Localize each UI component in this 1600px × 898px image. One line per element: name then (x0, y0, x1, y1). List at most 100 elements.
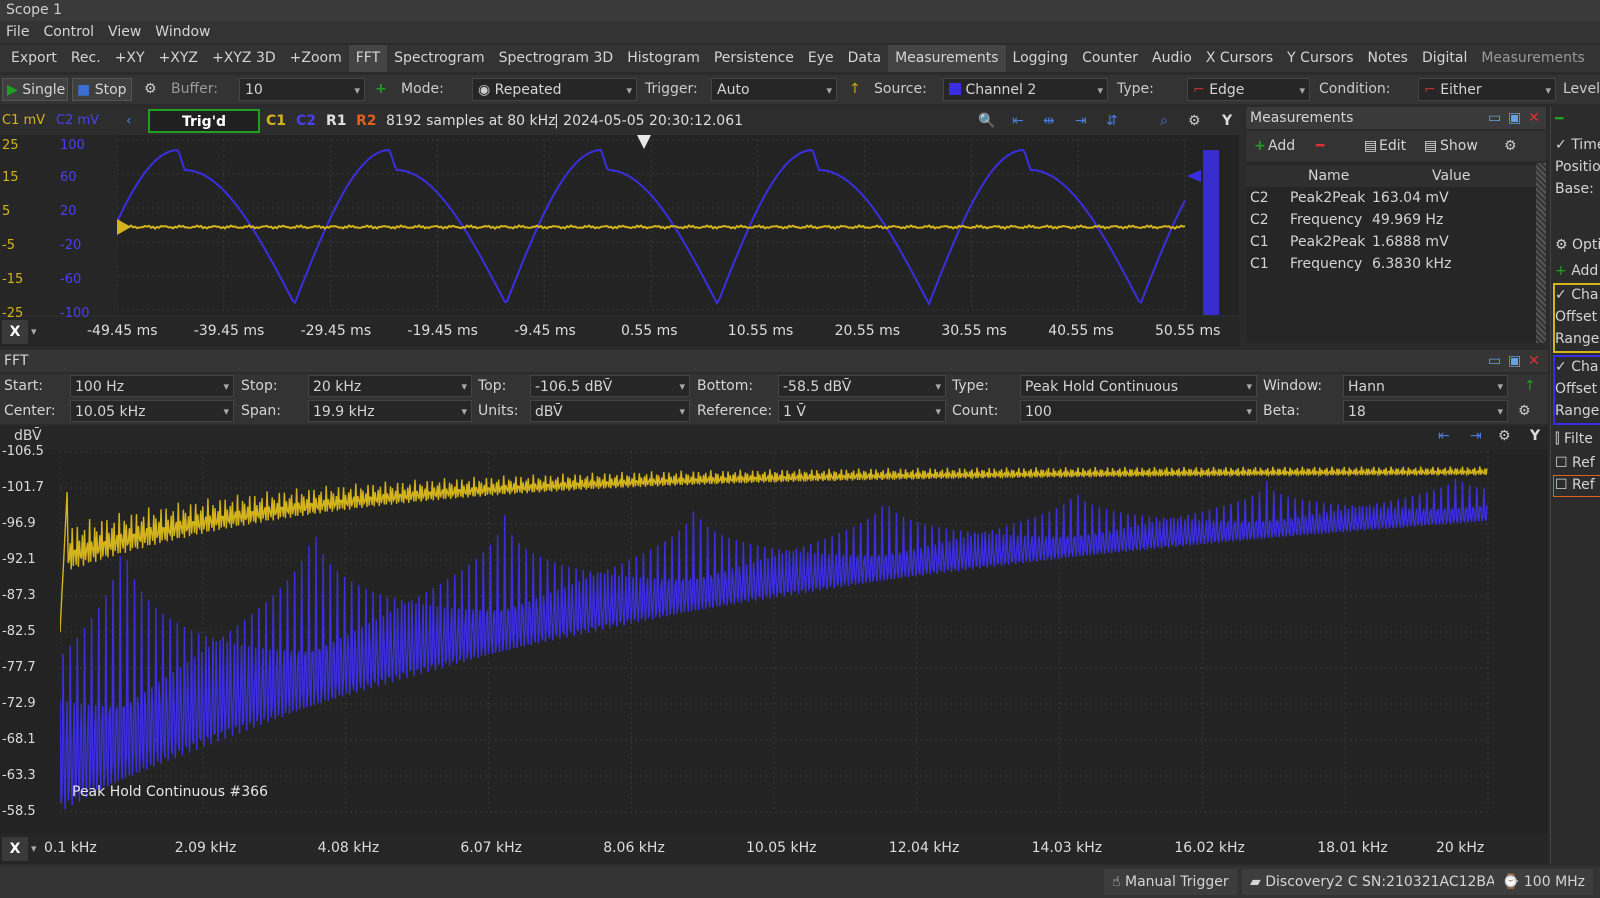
x-axis-button[interactable]: X (2, 320, 28, 344)
close-icon[interactable]: ✕ (1528, 107, 1540, 129)
toolbar-item-counter[interactable]: Counter (1075, 45, 1145, 72)
toolbar-item-eye[interactable]: Eye (801, 45, 841, 72)
toolbar-item-measurements[interactable]: Measurements (1474, 45, 1591, 72)
side-options[interactable]: ⚙ Optio (1555, 237, 1600, 253)
stop-button[interactable]: ■ Stop (72, 78, 132, 101)
clock-button[interactable]: ⌚ 100 MHz (1494, 869, 1594, 895)
toolbar-item-logging[interactable]: Logging (1006, 45, 1076, 72)
table-row[interactable]: C2 Peak2Peak 163.04 mV (1246, 187, 1536, 209)
toolbar-item-fft[interactable]: FFT (348, 45, 388, 72)
channel-r1[interactable]: R1 (326, 107, 347, 135)
manual-trigger-button[interactable]: ☝ Manual Trigger (1104, 869, 1237, 895)
menu-view[interactable]: View (108, 21, 141, 43)
menu-file[interactable]: File (6, 21, 29, 43)
toolbar-item-notes[interactable]: Notes (1361, 45, 1415, 72)
measurement-settings-icon[interactable]: ⚙ (1504, 131, 1517, 161)
toolbar-item-data[interactable]: Data (841, 45, 888, 72)
menu-control[interactable]: Control (43, 21, 94, 43)
toolbar-item-export[interactable]: Export (4, 45, 64, 72)
single-button[interactable]: ▶ Single (2, 78, 68, 101)
side-add[interactable]: + Add (1555, 263, 1598, 279)
fft-plot-settings-icon[interactable]: ⚙ (1498, 428, 1511, 444)
side-filter[interactable]: ⫿ Filte (1555, 431, 1593, 447)
channel-c2[interactable]: C2 (296, 107, 316, 135)
source-select[interactable]: Channel 2 (943, 78, 1108, 101)
fft-plot[interactable]: Peak Hold Continuous #366 (60, 450, 1548, 834)
window-select[interactable]: Hann (1343, 375, 1508, 398)
restore-icon[interactable]: ▭ (1488, 107, 1501, 129)
toolbar-item-audio[interactable]: Audio (1145, 45, 1199, 72)
align-left-icon[interactable]: ⇤ (1012, 107, 1024, 135)
add-measurement-button[interactable]: Add (1268, 131, 1295, 161)
device-button[interactable]: ▰ Discovery2 C SN:210321AC12BA (1242, 869, 1504, 895)
top-select[interactable]: -106.5 dBV̄ (530, 375, 690, 398)
toolbar-item-digital[interactable]: Digital (1415, 45, 1474, 72)
menu-window[interactable]: Window (155, 21, 210, 43)
side-channel1[interactable]: ✓ Cha (1555, 287, 1598, 303)
toolbar-item-rec[interactable]: Rec. (64, 45, 108, 72)
fit-icon[interactable]: ⇵ (1106, 107, 1118, 135)
fft-maximize-icon[interactable]: ▣ (1508, 350, 1521, 372)
add-icon[interactable]: + (375, 75, 387, 104)
buffer-select[interactable]: 10 (239, 78, 365, 101)
stop-select[interactable]: 20 kHz (308, 375, 472, 398)
beta-select[interactable]: 18 (1343, 400, 1508, 423)
toolbar-item-xyz-3d[interactable]: +XYZ 3D (205, 45, 283, 72)
start-select[interactable]: 100 Hz (70, 375, 234, 398)
fft-align-left-icon[interactable]: ⇤ (1438, 428, 1450, 444)
y-axis-button[interactable]: Y (1222, 107, 1232, 135)
collapse-icon[interactable]: ━ (1555, 111, 1563, 127)
remove-measurement-icon[interactable]: ━ (1316, 131, 1324, 161)
align-right-icon[interactable]: ⇥ (1075, 107, 1087, 135)
measurements-scrollbar[interactable] (1536, 163, 1546, 343)
reference-select[interactable]: 1 V̄ (778, 400, 946, 423)
toolbar-item-xyz[interactable]: +XYZ (152, 45, 205, 72)
table-row[interactable]: C1 Frequency 6.3830 kHz (1246, 253, 1536, 275)
fft-restore-icon[interactable]: ▭ (1488, 350, 1501, 372)
center-select[interactable]: 10.05 kHz (70, 400, 234, 423)
fft-x-axis-dropdown-icon[interactable]: ▾ (31, 837, 37, 861)
fft-close-icon[interactable]: ✕ (1528, 350, 1540, 372)
fft-align-right-icon[interactable]: ⇥ (1470, 428, 1482, 444)
toolbar-item-x-cursors[interactable]: X Cursors (1199, 45, 1280, 72)
count-select[interactable]: 100 (1020, 400, 1257, 423)
scope-plot[interactable] (117, 135, 1239, 315)
channel-r2[interactable]: R2 (356, 107, 377, 135)
toolbar-item-persistence[interactable]: Persistence (707, 45, 801, 72)
fft-settings-icon[interactable]: ⚙ (1518, 399, 1531, 424)
toolbar-item-spectrogram[interactable]: Spectrogram (387, 45, 491, 72)
fft-y-axis-button[interactable]: Y (1530, 428, 1540, 444)
side-ref1[interactable]: ☐ Ref (1555, 455, 1595, 471)
toolbar-item-spectrogram-3d[interactable]: Spectrogram 3D (492, 45, 621, 72)
zoom-in-icon[interactable]: 🔍 (978, 107, 995, 135)
side-channel2[interactable]: ✓ Cha (1555, 359, 1598, 375)
table-row[interactable]: C2 Frequency 49.969 Hz (1246, 209, 1536, 231)
back-arrow-icon[interactable]: ‹ (126, 107, 132, 135)
toolbar-item-xy[interactable]: +XY (108, 45, 152, 72)
fft-x-axis-button[interactable]: X (2, 837, 28, 861)
toolbar-item-zoom[interactable]: +Zoom (283, 45, 349, 72)
acq-settings-icon[interactable]: ⚙ (144, 75, 157, 104)
toolbar-item-measurements[interactable]: Measurements (888, 45, 1006, 72)
trigger-select[interactable]: Auto (711, 78, 837, 101)
channel-c1[interactable]: C1 (266, 107, 286, 135)
x-axis-dropdown-icon[interactable]: ▾ (31, 320, 37, 344)
side-ref2[interactable]: ☐ Ref (1555, 477, 1595, 493)
type-select[interactable]: ⌐ Edge (1187, 78, 1310, 101)
side-time[interactable]: ✓ Time (1555, 137, 1600, 153)
zoom-icon[interactable]: ⌕ (1160, 107, 1168, 135)
edit-measurement-button[interactable]: Edit (1379, 131, 1406, 161)
bottom-select[interactable]: -58.5 dBV̄ (778, 375, 946, 398)
table-row[interactable]: C1 Peak2Peak 1.6888 mV (1246, 231, 1536, 253)
condition-select[interactable]: ⌐ Either (1418, 78, 1556, 101)
fft-type-select[interactable]: Peak Hold Continuous (1020, 375, 1257, 398)
align-center-icon[interactable]: ⇹ (1043, 107, 1055, 135)
toolbar-item-y-cursors[interactable]: Y Cursors (1280, 45, 1360, 72)
toolbar-item-histogram[interactable]: Histogram (620, 45, 707, 72)
maximize-icon[interactable]: ▣ (1508, 107, 1521, 129)
scope-settings-icon[interactable]: ⚙ (1188, 107, 1201, 135)
span-select[interactable]: 19.9 kHz (308, 400, 472, 423)
show-measurement-button[interactable]: Show (1440, 131, 1478, 161)
units-select[interactable]: dBV̄ (530, 400, 690, 423)
mode-select[interactable]: ◉ Repeated (472, 78, 637, 101)
